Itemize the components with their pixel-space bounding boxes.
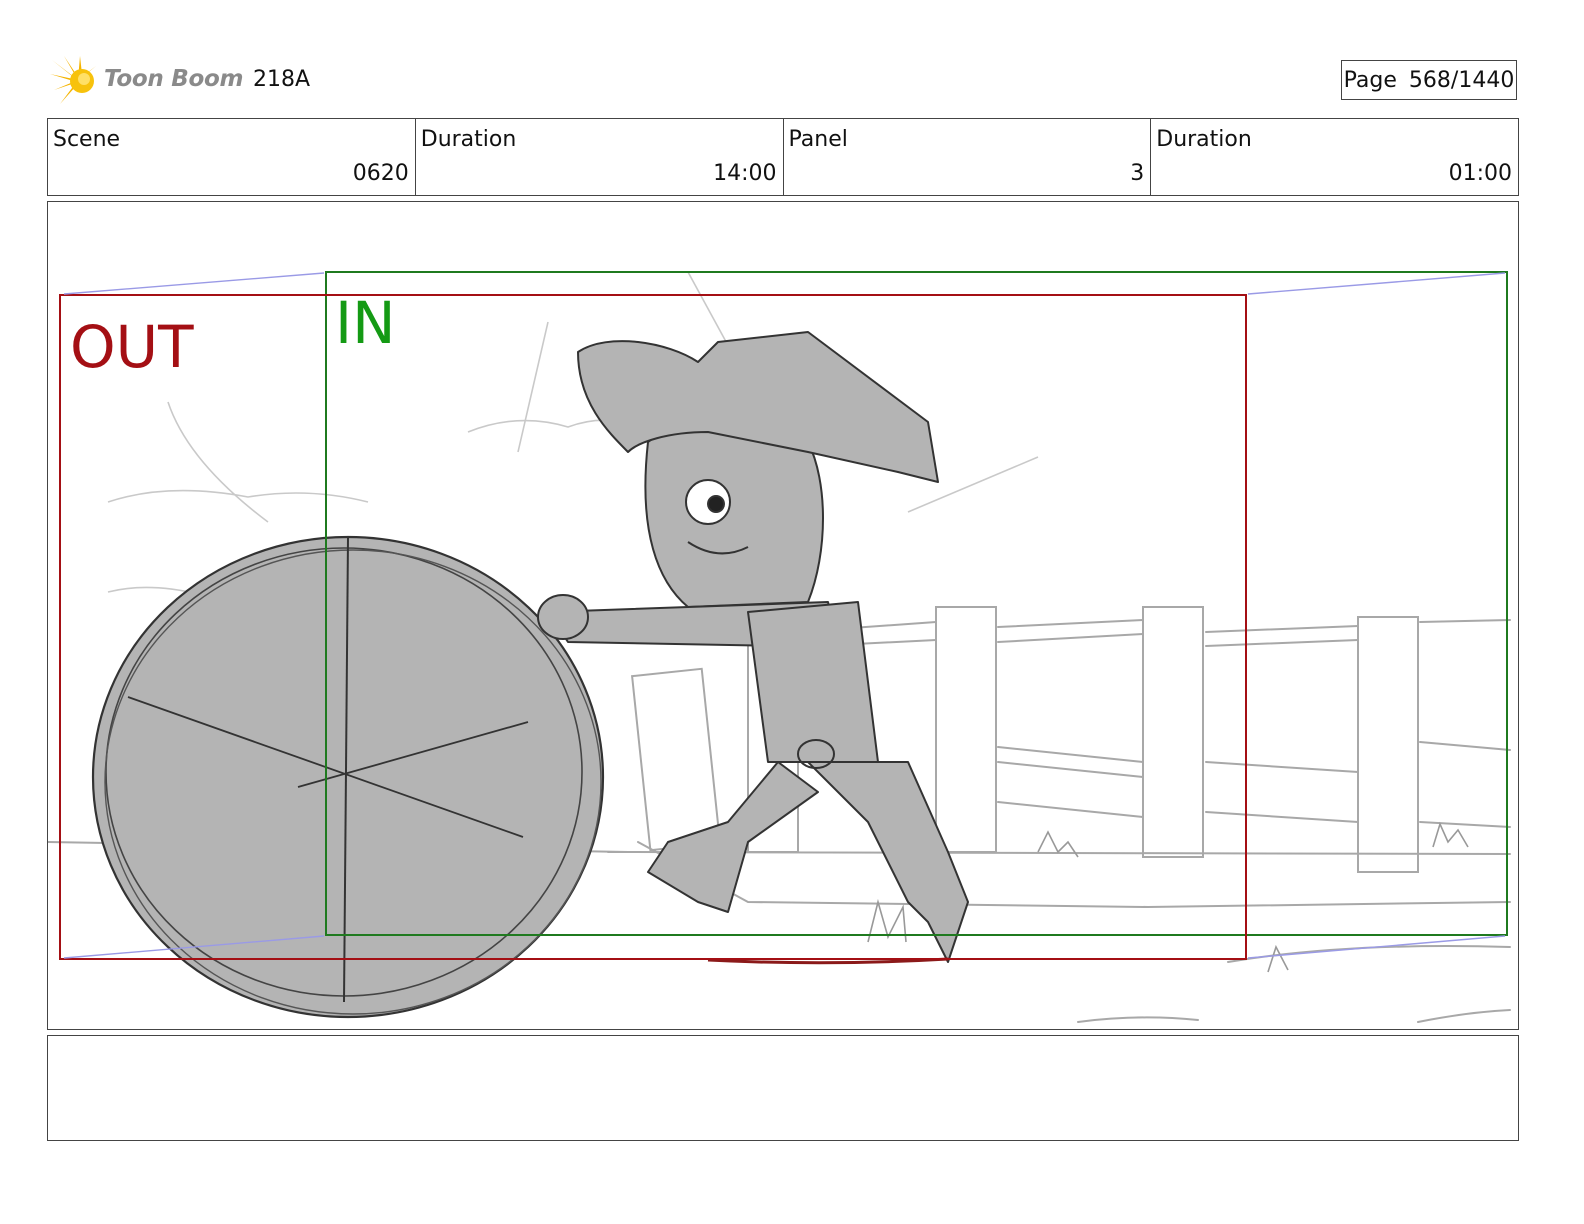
panel-label: Panel [788, 127, 848, 152]
storyboard-sketch [48, 271, 1511, 1023]
scene-duration-value: 14:00 [713, 161, 777, 186]
page-label: Page [1343, 67, 1397, 93]
scene-label: Scene [53, 127, 121, 152]
scene-value: 0620 [352, 161, 409, 186]
storyboard-panel: OUT IN [47, 201, 1519, 1030]
panel-value: 3 [1130, 161, 1145, 186]
project-code: 218A [253, 67, 311, 92]
logo-wordmark: Toon Boom [104, 66, 244, 92]
page-number: 568/1440 [1408, 67, 1515, 93]
scene-duration-cell: Duration 14:00 [416, 119, 784, 195]
scene-cell: Scene 0620 [48, 119, 416, 195]
wheel-sketch [91, 535, 605, 1019]
scene-duration-label: Duration [420, 127, 517, 152]
character-sketch [537, 331, 969, 963]
starburst-icon [50, 56, 96, 104]
out-frame-label: OUT [70, 313, 194, 381]
scene-info-table: Scene 0620 Duration 14:00 Panel 3 Durati… [47, 118, 1519, 196]
panel-duration-label: Duration [1156, 127, 1252, 152]
page-indicator: Page 568/1440 [1341, 60, 1517, 100]
toon-boom-logo: Toon Boom [50, 54, 250, 110]
panel-notes-box[interactable] [47, 1035, 1519, 1141]
panel-duration-value: 01:00 [1448, 161, 1512, 186]
panel-duration-cell: Duration 01:00 [1151, 119, 1518, 195]
panel-cell: Panel 3 [784, 119, 1152, 195]
in-frame-label: IN [335, 289, 396, 357]
